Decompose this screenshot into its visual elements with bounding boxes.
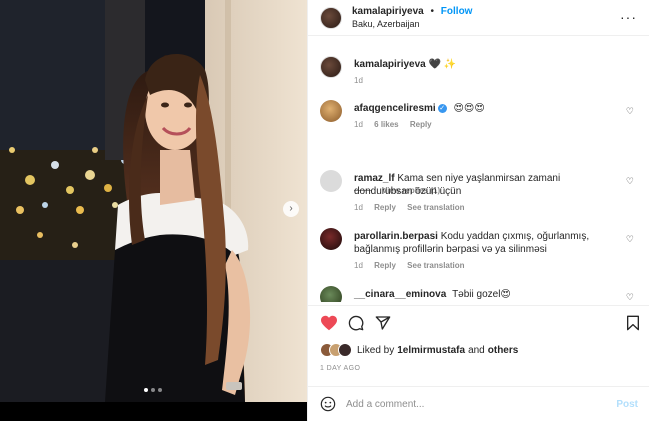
chevron-right-icon: › [289,203,293,214]
carousel-dot [151,388,155,392]
author-info: kamalapiriyeva • Follow Baku, Azerbaijan [352,6,472,30]
liked-by-user[interactable]: 1elmirmustafa [397,345,465,356]
comment-time[interactable]: 1d [354,120,363,129]
see-translation-button[interactable]: See translation [407,261,464,270]
post-side-panel: kamalapiriyeva • Follow Baku, Azerbaijan… [307,0,649,421]
caption-username[interactable]: kamalapiriyeva [354,59,426,70]
comment-username[interactable]: __cinara__eminova [354,289,446,300]
comments-list[interactable]: kamalapiriyeva 🖤 ✨ 1d afaqgenceliresmi ✓ … [308,44,649,302]
comment-username[interactable]: afaqgenceliresmi [354,103,436,114]
commenter-avatar[interactable] [320,228,342,250]
comment-like-heart-icon[interactable]: ♡ [626,176,634,187]
carousel-dot [158,388,162,392]
commenter-avatar[interactable] [320,286,342,302]
see-translation-button[interactable]: See translation [407,203,464,212]
liked-by-row: Liked by 1elmirmustafa and others [320,343,518,357]
author-avatar[interactable] [320,6,342,29]
carousel-next-button[interactable]: › [283,201,299,217]
liker-avatar [338,343,352,357]
post-photo[interactable]: › [0,0,307,402]
liked-by-prefix: Liked by [357,344,395,356]
bookmark-icon[interactable] [626,315,640,331]
caption-text: 🖤 ✨ [428,59,457,70]
add-comment-input[interactable] [346,398,617,410]
post-timestamp[interactable]: 1 DAY AGO [320,365,360,372]
comment-time[interactable]: 1d [354,203,363,212]
author-username[interactable]: kamalapiriyeva [352,6,424,17]
commenter-avatar[interactable] [320,100,342,122]
comment-like-heart-icon[interactable]: ♡ [626,106,634,117]
media-bottom-strip [0,402,307,421]
reply-button[interactable]: Reply [374,261,396,270]
comment-likes[interactable]: 6 likes [374,120,398,129]
comment-icon[interactable] [348,315,364,331]
comment-username[interactable]: parollarin.berpasi [354,231,438,242]
verified-badge-icon: ✓ [437,103,447,113]
liked-by-others[interactable]: others [488,345,519,356]
carousel-dots [144,388,162,392]
add-comment-bar: Post [308,386,649,421]
caption-avatar[interactable] [320,56,342,78]
comment-text: 😍😍😍 [453,103,485,114]
comment-text: Təbii gozel😍 [452,289,511,300]
separator-dot: • [430,5,435,17]
caption-time: 1d [354,76,363,85]
commenter-avatar[interactable] [320,170,342,192]
post-location[interactable]: Baku, Azerbaijan [352,18,472,30]
ellipsis-icon[interactable]: ··· [620,10,637,24]
like-heart-icon[interactable] [320,315,338,331]
liked-by-and: and [468,344,485,356]
post-comment-button[interactable]: Post [616,399,638,410]
comment-time[interactable]: 1d [354,261,363,270]
post-image [0,0,307,402]
carousel-dot-active [144,388,148,392]
action-bar [308,305,649,341]
reply-button[interactable]: Reply [410,120,432,129]
reply-button[interactable]: Reply [374,203,396,212]
emoji-icon[interactable] [320,396,336,412]
follow-button[interactable]: Follow [441,6,473,17]
post-header: kamalapiriyeva • Follow Baku, Azerbaijan… [308,0,649,36]
comment-username[interactable]: ramaz_lf [354,173,395,184]
comment-like-heart-icon[interactable]: ♡ [626,292,634,302]
liker-avatars[interactable] [320,343,352,357]
comment-like-heart-icon[interactable]: ♡ [626,234,634,245]
share-icon[interactable] [375,315,391,331]
